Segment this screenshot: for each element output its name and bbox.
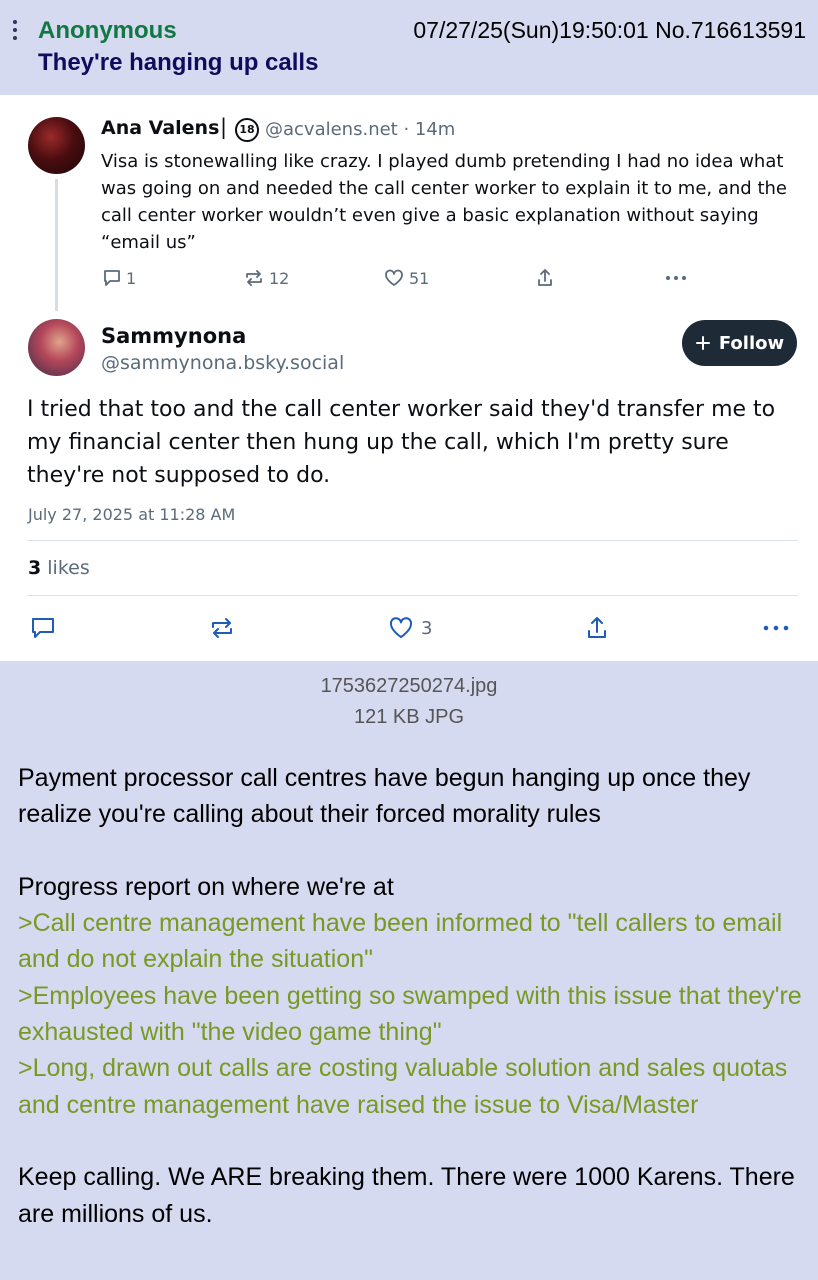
- body-paragraph: Keep calling. We ARE breaking them. Ther…: [18, 1163, 795, 1228]
- avatar: [28, 117, 85, 174]
- file-info: 1753627250274.jpg 121 KB JPG: [0, 671, 818, 733]
- greentext-line: >Call centre management have been inform…: [18, 909, 783, 974]
- repost-count: 12: [269, 268, 290, 288]
- share-action: [584, 615, 610, 641]
- likes-summary: 3 likes: [28, 557, 90, 579]
- more-action: [664, 268, 688, 288]
- name-separator: |: [220, 115, 228, 139]
- follow-button: Follow: [682, 320, 797, 366]
- avatar: [28, 319, 85, 376]
- body-paragraph: Payment processor call centres have begu…: [18, 764, 751, 829]
- reply-icon: [32, 618, 54, 638]
- repost-action: 12: [243, 268, 289, 288]
- heart-icon: [389, 617, 413, 638]
- post-body: Payment processor call centres have begu…: [18, 760, 808, 1232]
- repost-action: [208, 615, 236, 641]
- post-header: Anonymous 07/27/25(Sun)19:50:01 No.71661…: [0, 0, 818, 92]
- post-datetime: 07/27/25(Sun)19:50:01: [413, 17, 649, 43]
- more-action: [762, 615, 790, 641]
- divider: [27, 540, 798, 541]
- reply-action: 1: [102, 268, 136, 288]
- thread-line: [55, 179, 58, 311]
- share-icon: [588, 617, 606, 638]
- author-display-name: Sammynona: [101, 324, 247, 348]
- more-icon: [763, 625, 789, 631]
- author-handle: @sammynona.bsky.social: [101, 352, 345, 374]
- likes-label: likes: [47, 557, 90, 579]
- quoted-post-text: Visa is stonewalling like crazy. I playe…: [101, 151, 787, 253]
- share-action: [535, 268, 555, 288]
- quoted-handle: @acvalens.net · 14m: [265, 119, 456, 140]
- follow-label: Follow: [718, 332, 785, 354]
- like-count: 3: [421, 617, 433, 639]
- quoted-display-name: Ana Valens: [101, 117, 220, 139]
- plus-icon: [695, 336, 710, 350]
- post-meta: 07/27/25(Sun)19:50:01 No.716613591: [413, 17, 806, 44]
- reply-action: [30, 615, 56, 641]
- more-icon: [666, 276, 686, 280]
- greentext-line: >Employees have been getting so swamped …: [18, 981, 802, 1047]
- reply-icon: [104, 270, 120, 286]
- post-subject: They're hanging up calls: [38, 49, 319, 76]
- embedded-image[interactable]: Ana Valens | 18 @acvalens.net · 14m Visa…: [0, 95, 818, 661]
- heart-icon: [385, 269, 403, 286]
- reply-count: 1: [126, 268, 137, 288]
- post-date: July 27, 2025 at 11:28 AM: [28, 505, 236, 524]
- post-number[interactable]: No.716613591: [655, 17, 806, 43]
- main-post-text: I tried that too and the call center wor…: [27, 397, 776, 488]
- likes-count: 3: [28, 557, 42, 579]
- like-action: 3: [387, 615, 432, 641]
- like-count: 51: [409, 268, 430, 288]
- body-paragraph: Progress report on where we're at: [18, 872, 394, 901]
- divider: [27, 595, 798, 596]
- greentext-line: >Long, drawn out calls are costing valua…: [18, 1054, 788, 1119]
- poster-name: Anonymous: [38, 17, 177, 44]
- adult-badge-icon: 18: [235, 118, 259, 142]
- repost-icon: [246, 270, 262, 286]
- file-name[interactable]: 1753627250274.jpg: [0, 671, 818, 702]
- post-menu-icon[interactable]: [11, 20, 19, 44]
- repost-icon: [212, 618, 232, 638]
- like-action: 51: [383, 268, 429, 288]
- share-icon: [538, 269, 552, 286]
- file-meta: 121 KB JPG: [353, 706, 465, 728]
